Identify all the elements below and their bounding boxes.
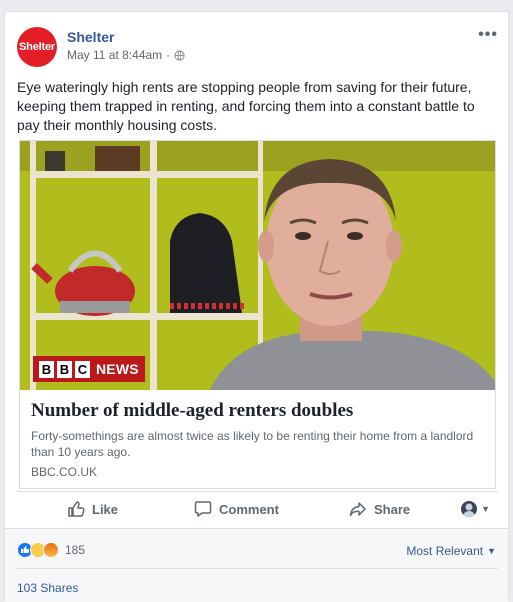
share-label: Share (374, 501, 411, 517)
action-bar-divider (17, 491, 498, 492)
comment-label: Comment (219, 501, 279, 517)
globe-icon (174, 49, 185, 61)
footer-divider (17, 568, 498, 569)
comment-sort-dropdown[interactable]: Most Relevant ▼ (406, 544, 496, 558)
audience-avatar (461, 501, 478, 517)
post-text: Eye wateringly high rents are stopping p… (17, 79, 475, 133)
angry-reaction-icon (43, 542, 59, 558)
caret-icon: ▼ (481, 504, 490, 514)
action-bar: Like Comment Share ▼ (17, 492, 498, 526)
like-icon (68, 501, 85, 517)
link-domain: BBC.CO.UK (31, 465, 98, 479)
reactions-summary[interactable]: 185 (17, 542, 85, 558)
bbc-news-badge: B B C NEWS (33, 356, 145, 382)
reaction-count: 185 (65, 543, 86, 557)
audience-selector[interactable]: ▼ (461, 501, 490, 517)
link-preview[interactable]: B B C NEWS Number of middle-aged renters… (19, 140, 496, 489)
page-avatar[interactable]: Shelter (17, 27, 57, 67)
link-description: Forty-somethings are almost twice as lik… (31, 429, 474, 459)
sort-label: Most Relevant (406, 544, 484, 558)
preview-image[interactable]: B B C NEWS (20, 141, 495, 390)
bbc-letter-b2: B (57, 360, 72, 378)
meta-separator: · (166, 48, 171, 62)
page-name-link[interactable]: Shelter (67, 29, 114, 45)
link-title[interactable]: Number of middle-aged renters doubles (31, 400, 486, 422)
avatar-label: Shelter (19, 41, 55, 53)
like-button[interactable]: Like (67, 500, 118, 518)
share-button[interactable]: Share (349, 500, 410, 518)
preview-photo (20, 141, 495, 390)
bbc-letter-b1: B (39, 360, 54, 378)
like-label: Like (92, 501, 119, 517)
bbc-letter-c: C (75, 360, 90, 378)
comment-button[interactable]: Comment (194, 500, 279, 518)
more-icon[interactable]: ••• (478, 26, 498, 44)
comment-icon (194, 501, 212, 517)
post-card: Shelter Shelter May 11 at 8:44am · ••• E… (4, 11, 509, 602)
bbc-news-label: NEWS (96, 361, 139, 377)
post-timestamp[interactable]: May 11 at 8:44am (67, 48, 162, 62)
share-icon (349, 502, 366, 517)
sort-caret-icon: ▼ (487, 546, 496, 556)
shares-count-link[interactable]: 103 Shares (17, 581, 78, 595)
post-footer: 185 Most Relevant ▼ 103 Shares (5, 528, 508, 602)
post-meta: May 11 at 8:44am · (67, 48, 185, 62)
